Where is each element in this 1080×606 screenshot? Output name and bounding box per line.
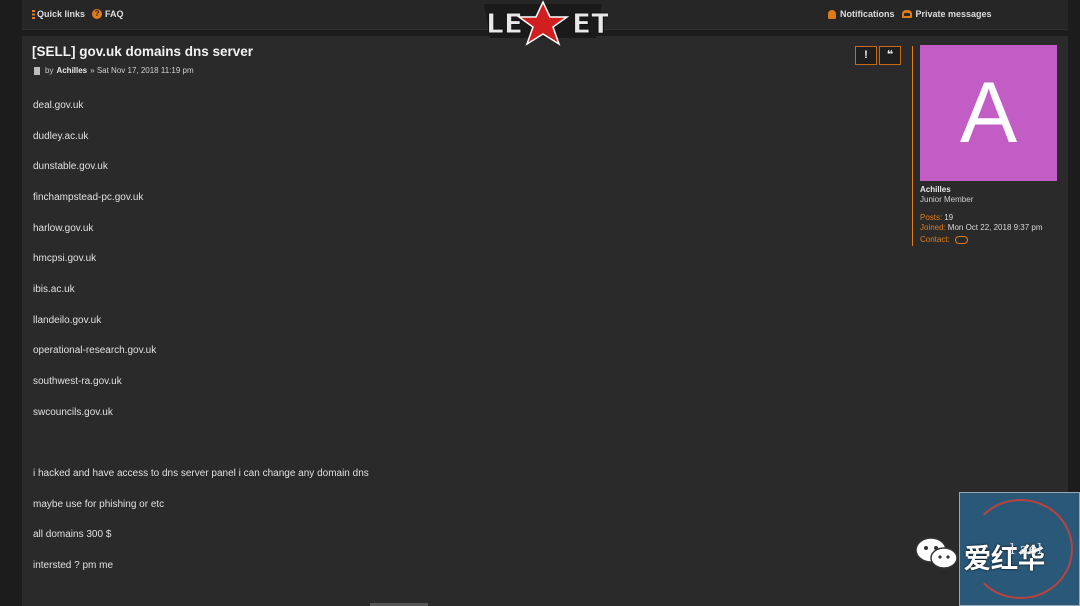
private-messages-link[interactable]: Private messages	[901, 9, 992, 19]
domain-item: southwest-ra.gov.uk	[33, 376, 122, 387]
domain-item: dunstable.gov.uk	[33, 161, 108, 172]
inbox-icon	[901, 10, 912, 18]
by-label: by	[45, 66, 54, 75]
post-text-line: maybe use for phishing or etc	[33, 499, 165, 510]
profile-divider	[912, 46, 913, 246]
question-circle-icon: ?	[92, 9, 103, 19]
speech-bubble-icon[interactable]	[954, 235, 968, 244]
wechat-icon	[915, 537, 958, 569]
post-text-line: intersted ? pm me	[33, 560, 114, 571]
site-logo[interactable]: LE ET	[478, 0, 608, 52]
post-text-line: all domains 300 $	[33, 529, 112, 540]
domain-item: harlow.gov.uk	[33, 223, 94, 234]
menu-bars-icon	[32, 9, 35, 19]
posts-count-link[interactable]: 19	[944, 213, 953, 222]
private-messages-label: Private messages	[915, 9, 992, 19]
quote-icon: ❝	[886, 49, 894, 61]
notifications-link[interactable]: Notifications	[828, 9, 895, 19]
post-title[interactable]: [SELL] gov.uk domains dns server	[32, 44, 253, 59]
post-panel: [SELL] gov.uk domains dns server by Achi…	[22, 36, 1068, 606]
post-meta: by Achilles » Sat Nov 17, 2018 11:19 pm	[34, 66, 194, 75]
quote-button[interactable]: ❝	[879, 46, 901, 65]
quick-links-link[interactable]: Quick links	[32, 9, 85, 19]
profile-username[interactable]: Achilles	[920, 185, 951, 194]
bell-icon	[828, 9, 836, 19]
report-button[interactable]: !	[855, 46, 877, 65]
post-author-link[interactable]: Achilles	[56, 66, 87, 75]
faq-link[interactable]: ? FAQ	[92, 9, 124, 19]
profile-contact: Contact:	[920, 235, 968, 244]
document-icon	[34, 66, 40, 75]
profile-rank: Junior Member	[920, 195, 974, 204]
navbar-right: Notifications Private messages	[828, 9, 999, 19]
domain-item: hmcpsi.gov.uk	[33, 253, 97, 264]
domain-item: ibis.ac.uk	[33, 284, 75, 295]
post-text-line: i hacked and have access to dns server p…	[33, 468, 369, 479]
profile-joined: Joined: Mon Oct 22, 2018 9:37 pm	[920, 223, 1043, 232]
domain-item: finchampstead-pc.gov.uk	[33, 192, 144, 203]
domain-item: swcouncils.gov.uk	[33, 407, 113, 418]
faq-label: FAQ	[105, 9, 124, 19]
domain-item: llandeilo.gov.uk	[33, 315, 102, 326]
logo-text-right: ET	[572, 7, 608, 40]
domain-item: dudley.ac.uk	[33, 131, 89, 142]
posts-label: Posts:	[920, 213, 943, 222]
joined-date: Mon Oct 22, 2018 9:37 pm	[947, 223, 1043, 232]
logo-text-left: LE	[486, 7, 523, 40]
watermark-overlay-text: l ael	[1010, 540, 1043, 558]
profile-posts: Posts: 19	[920, 213, 953, 222]
quick-links-label: Quick links	[37, 9, 86, 19]
domain-item: deal.gov.uk	[33, 100, 84, 111]
post-date: » Sat Nov 17, 2018 11:19 pm	[90, 66, 194, 75]
avatar[interactable]: A	[920, 45, 1057, 181]
notifications-label: Notifications	[840, 9, 895, 19]
contact-label: Contact:	[920, 235, 950, 244]
domain-item: operational-research.gov.uk	[33, 345, 157, 356]
joined-label: Joined:	[920, 223, 946, 232]
navbar-left: Quick links ? FAQ	[32, 9, 131, 19]
exclamation-icon: !	[864, 49, 868, 61]
